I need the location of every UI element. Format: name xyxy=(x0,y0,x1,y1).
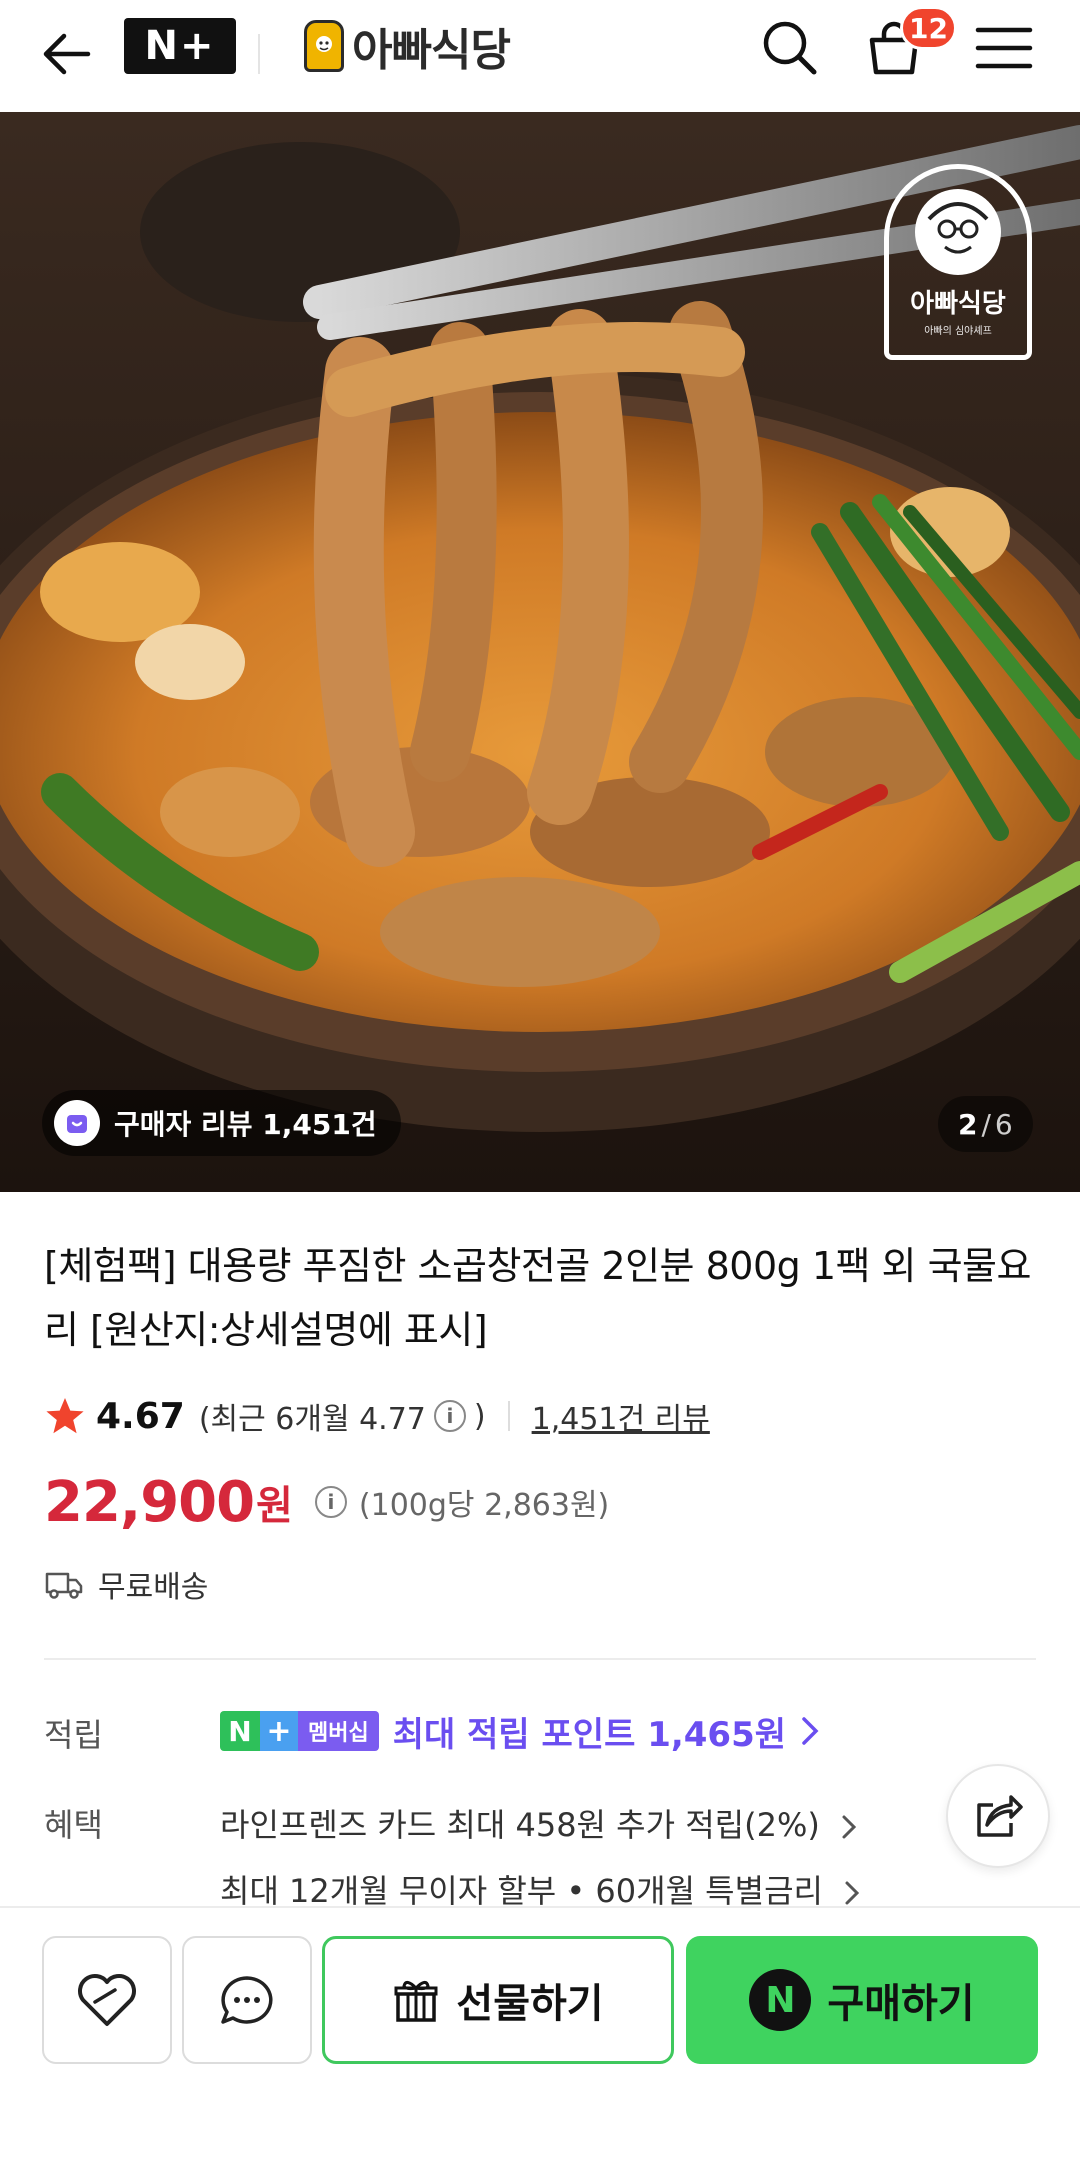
price: 22,900 xyxy=(44,1469,255,1535)
brand-store-link[interactable]: 아빠식당 xyxy=(304,16,511,76)
share-button[interactable] xyxy=(946,1764,1050,1868)
share-icon xyxy=(977,1795,1023,1837)
rating-divider xyxy=(507,1401,510,1431)
rating-row: 4.67 (최근 6개월 4.77 i ) 1,451건 리뷰 xyxy=(44,1390,710,1442)
search-icon xyxy=(763,21,817,75)
image-pager: 2 / 6 xyxy=(938,1096,1033,1152)
pager-current: 2 xyxy=(958,1107,978,1141)
chevron-right-icon xyxy=(845,1881,860,1905)
arrow-left-icon xyxy=(43,33,91,75)
buyer-review-text: 구매자 리뷰 1,451건 xyxy=(114,1108,377,1141)
chat-bubble-icon xyxy=(221,1976,273,2024)
cart-count-badge: 12 xyxy=(900,6,957,50)
truck-icon xyxy=(45,1572,83,1599)
membership-badge: N + 멤버십 xyxy=(220,1711,379,1751)
benefit-label: 혜택 xyxy=(44,1806,103,1844)
search-button[interactable] xyxy=(758,16,822,80)
benefit-card-text: 라인프렌즈 카드 최대 458원 추가 적립(2%) xyxy=(220,1806,820,1844)
product-image-carousel[interactable]: 아빠식당 아빠의 심야셰프 구매자 리뷰 1,451건 2 / 6 xyxy=(0,112,1080,1192)
brand-logo-icon xyxy=(304,20,344,72)
section-divider xyxy=(44,1658,1036,1660)
info-icon[interactable]: i xyxy=(433,1400,466,1432)
price-info-icon[interactable]: i xyxy=(314,1486,347,1518)
shipping-text: 무료배송 xyxy=(98,1570,209,1605)
bottom-action-bar: 선물하기 N 구매하기 xyxy=(0,1906,1080,2181)
chevron-right-icon xyxy=(802,1717,819,1745)
gift-label: 선물하기 xyxy=(456,1981,604,2027)
recent-rating-close: ) xyxy=(473,1398,486,1434)
average-rating: 4.67 xyxy=(96,1395,185,1437)
chevron-right-icon xyxy=(842,1815,857,1839)
pager-total: 6 xyxy=(994,1107,1013,1141)
recent-rating: (최근 6개월 4.77 i ) xyxy=(199,1394,486,1438)
max-points-text: 최대 적립 포인트 1,465원 xyxy=(392,1714,787,1755)
buyer-review-chip[interactable]: 구매자 리뷰 1,451건 xyxy=(42,1090,401,1156)
review-bag-icon xyxy=(54,1100,100,1146)
store-watermark-sub: 아빠의 심야셰프 xyxy=(924,326,992,337)
points-link[interactable]: N + 멤버십 최대 적립 포인트 1,465원 xyxy=(220,1706,820,1756)
menu-button[interactable] xyxy=(972,22,1036,74)
back-button[interactable] xyxy=(36,24,96,84)
brand-name: 아빠식당 xyxy=(352,25,511,76)
membership-n: N xyxy=(220,1711,260,1751)
shipping-row: 무료배송 xyxy=(44,1560,208,1608)
benefit-installment-text: 최대 12개월 무이자 할부 • 60개월 특별금리 xyxy=(220,1872,823,1910)
heart-outline-icon xyxy=(78,1974,136,2026)
pager-separator: / xyxy=(981,1107,991,1141)
review-count-link[interactable]: 1,451건 리뷰 xyxy=(532,1394,710,1438)
talk-button[interactable] xyxy=(182,1936,312,2064)
store-watermark-badge: 아빠식당 아빠의 심야셰프 xyxy=(884,164,1032,360)
price-currency: 원 xyxy=(256,1483,293,1529)
gift-button[interactable]: 선물하기 xyxy=(322,1936,674,2064)
recent-rating-text: (최근 6개월 4.77 xyxy=(198,1402,426,1437)
points-label: 적립 xyxy=(44,1716,103,1754)
like-button[interactable] xyxy=(42,1936,172,2064)
header-divider xyxy=(258,34,260,74)
buy-label: 구매하기 xyxy=(827,1981,975,2027)
naver-plus-logo[interactable]: N+ xyxy=(124,18,236,74)
star-icon xyxy=(46,1398,84,1434)
unit-price: (100g당 2,863원) xyxy=(358,1488,610,1523)
naver-pay-n-icon: N xyxy=(749,1969,812,2031)
store-watermark-name: 아빠식당 xyxy=(910,289,1006,319)
chef-face-icon xyxy=(915,189,1001,275)
benefit-card-link[interactable]: 라인프렌즈 카드 최대 458원 추가 적립(2%) xyxy=(220,1800,858,1846)
membership-text: 멤버십 xyxy=(298,1711,379,1751)
price-row: 22,900 원 i (100g당 2,863원) xyxy=(44,1469,610,1535)
product-title: [체험팩] 대용량 푸짐한 소곱창전골 2인분 800g 1팩 외 국물요리 [… xyxy=(44,1244,1031,1352)
gift-icon xyxy=(394,1981,438,2022)
buy-button[interactable]: N 구매하기 xyxy=(686,1936,1038,2064)
membership-plus: + xyxy=(260,1711,298,1751)
hamburger-menu-icon xyxy=(975,27,1033,69)
top-header: N+ 아빠식당 12 xyxy=(0,0,1080,112)
